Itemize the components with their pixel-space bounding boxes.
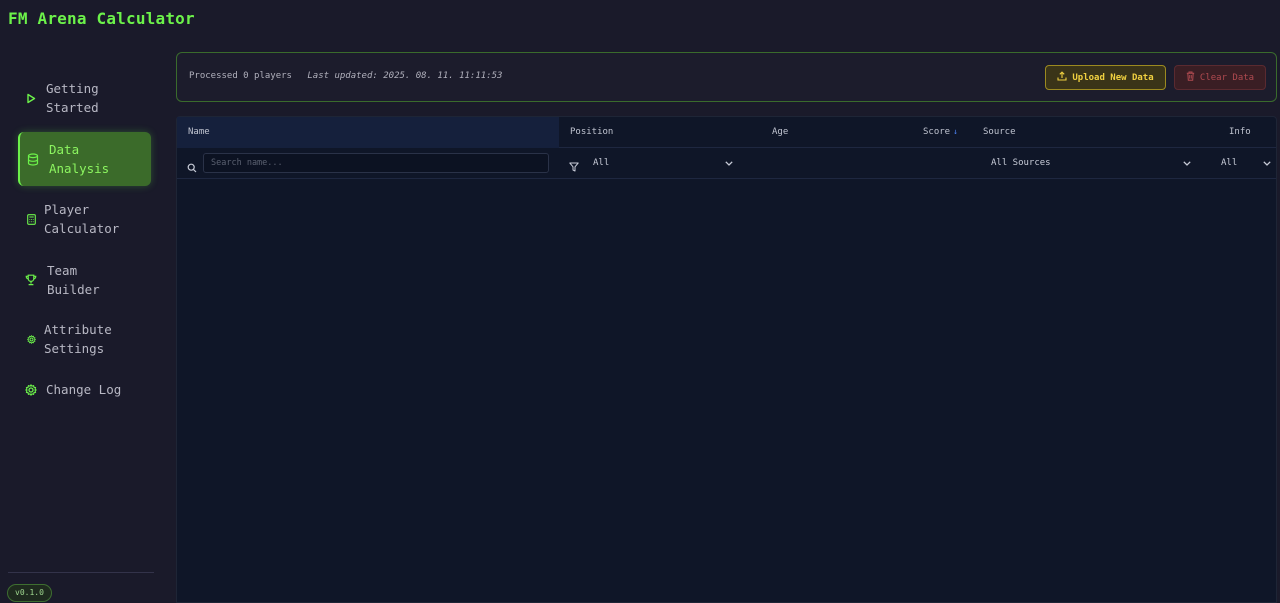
source-filter-value: All Sources bbox=[991, 158, 1051, 168]
column-header-age[interactable]: Age bbox=[772, 117, 788, 148]
sidebar-item-label: Calculator bbox=[44, 221, 120, 236]
sidebar-item-attribute-settings[interactable]: Attribute Settings bbox=[18, 319, 151, 359]
players-table: Name Position Age Score ↓ Source Info Se… bbox=[176, 116, 1277, 603]
column-label: Source bbox=[983, 127, 1016, 137]
sidebar-item-label: Started bbox=[46, 100, 99, 115]
search-icon bbox=[187, 158, 197, 177]
sidebar-item-label: Builder bbox=[47, 282, 100, 297]
position-filter-value: All bbox=[593, 158, 610, 168]
position-filter-select[interactable]: All bbox=[593, 155, 733, 172]
sidebar-item-label: Change Log bbox=[46, 382, 122, 398]
upload-icon bbox=[1057, 71, 1067, 84]
sort-desc-icon: ↓ bbox=[953, 127, 958, 136]
filter-icon bbox=[569, 157, 579, 176]
trash-icon bbox=[1186, 71, 1195, 84]
column-header-position[interactable]: Position bbox=[570, 117, 613, 148]
column-header-info[interactable]: Info bbox=[1229, 117, 1251, 148]
sidebar-item-label: Analysis bbox=[49, 161, 110, 176]
source-filter-select[interactable]: All Sources bbox=[991, 155, 1191, 172]
sidebar-item-getting-started[interactable]: Getting Started bbox=[18, 78, 151, 118]
sidebar-item-label: Attribute bbox=[44, 321, 112, 337]
chevron-down-icon bbox=[725, 161, 733, 166]
sidebar-item-label: Settings bbox=[44, 341, 105, 356]
status-bar: Processed 0 players Last updated: 2025. … bbox=[176, 52, 1277, 102]
sidebar: Getting Started Data Analysis Player Cal… bbox=[0, 0, 168, 603]
upload-new-data-button[interactable]: Upload New Data bbox=[1045, 65, 1166, 90]
last-updated: Last updated: 2025. 08. 11. 11:11:53 bbox=[307, 71, 503, 81]
info-filter-value: All bbox=[1221, 158, 1238, 168]
sidebar-item-label: Player bbox=[44, 201, 90, 217]
sidebar-item-change-log[interactable]: Change Log bbox=[18, 380, 151, 400]
filter-row: All All Sources All bbox=[177, 148, 1276, 179]
clear-label: Clear Data bbox=[1199, 72, 1255, 83]
version-badge: v0.1.0 bbox=[7, 584, 52, 602]
column-header-score[interactable]: Score ↓ bbox=[923, 117, 958, 148]
column-label: Position bbox=[570, 127, 614, 137]
column-label: Info bbox=[1229, 127, 1251, 137]
column-header-source[interactable]: Source bbox=[983, 117, 1016, 148]
column-label: Score bbox=[923, 127, 951, 137]
gear-icon bbox=[21, 384, 41, 396]
sidebar-item-data-analysis[interactable]: Data Analysis bbox=[18, 132, 151, 186]
gear-icon bbox=[21, 334, 41, 344]
status-text: Processed 0 players Last updated: 2025. … bbox=[189, 71, 502, 81]
database-icon bbox=[23, 152, 43, 166]
column-header-name[interactable]: Name bbox=[177, 117, 559, 148]
sidebar-item-label: Data bbox=[49, 141, 80, 157]
sidebar-divider bbox=[8, 572, 154, 573]
search-name-input[interactable] bbox=[203, 153, 549, 173]
info-filter-select[interactable]: All bbox=[1221, 155, 1271, 172]
sidebar-item-label: Team bbox=[47, 262, 78, 278]
column-label: Age bbox=[772, 127, 789, 137]
processed-count: Processed 0 players bbox=[189, 71, 292, 81]
trophy-icon bbox=[21, 274, 41, 286]
sidebar-item-label: Getting bbox=[46, 80, 99, 96]
sidebar-item-team-builder[interactable]: Team Builder bbox=[18, 260, 151, 300]
clear-data-button[interactable]: Clear Data bbox=[1174, 65, 1266, 90]
calculator-icon bbox=[21, 213, 41, 225]
chevron-down-icon bbox=[1183, 161, 1191, 166]
upload-label: Upload New Data bbox=[1072, 72, 1154, 83]
chevron-down-icon bbox=[1263, 161, 1271, 166]
sidebar-item-player-calculator[interactable]: Player Calculator bbox=[18, 199, 151, 239]
table-header: Name Position Age Score ↓ Source Info bbox=[177, 117, 1276, 148]
play-icon bbox=[21, 93, 41, 104]
column-label: Name bbox=[188, 127, 210, 137]
